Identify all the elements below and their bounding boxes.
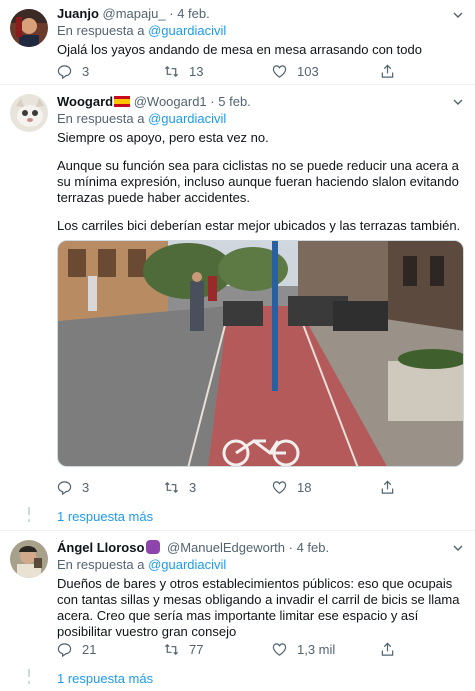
- tweet-date[interactable]: 5 feb.: [218, 94, 251, 109]
- separator-dot: ·: [210, 94, 215, 109]
- separator-dot: ·: [288, 540, 293, 555]
- share-icon: [381, 480, 394, 494]
- reply-context: En respuesta a @guardiacivil: [57, 111, 465, 128]
- avatar[interactable]: [10, 94, 48, 132]
- share-button[interactable]: [380, 61, 405, 81]
- purple-badge-icon: [146, 540, 161, 554]
- reply-context: En respuesta a @guardiacivil: [57, 557, 465, 574]
- share-icon: [381, 64, 394, 78]
- thread-line: [28, 681, 30, 684]
- reply-icon: [57, 642, 72, 657]
- display-name[interactable]: Ángel Lloroso: [57, 540, 144, 555]
- tweet-woogard[interactable]: Woogard @Woogard1 · 5 feb. En respuesta …: [0, 85, 475, 529]
- heart-icon: [272, 642, 287, 656]
- retweet-icon: [164, 643, 179, 655]
- tweet-angel-lloroso[interactable]: Ángel Lloroso @ManuelEdgeworth · 4 feb. …: [0, 531, 475, 691]
- display-name[interactable]: Woogard: [57, 94, 113, 109]
- retweet-count: 13: [189, 63, 204, 79]
- thread-line: [28, 507, 30, 515]
- user-handle[interactable]: @Woogard1: [134, 94, 207, 109]
- retweet-button[interactable]: 3: [164, 477, 196, 497]
- tweet-actions: 21 77 1,3 mil: [57, 639, 417, 659]
- retweet-count: 77: [189, 641, 204, 657]
- reply-context: En respuesta a @guardiacivil: [57, 23, 465, 40]
- user-handle[interactable]: @mapaju_: [103, 6, 166, 21]
- reply-icon: [57, 480, 72, 495]
- tweet-text: Ojalá los yayos andando de mesa en mesa …: [57, 42, 422, 57]
- thread-line: [28, 519, 30, 522]
- retweet-icon: [164, 65, 179, 77]
- tweet-juanjo[interactable]: Juanjo @mapaju_ · 4 feb. En respuesta a …: [0, 0, 475, 84]
- like-button[interactable]: 1,3 mil: [272, 639, 335, 659]
- thread-line: [28, 669, 30, 677]
- share-icon: [381, 642, 394, 656]
- reply-icon: [57, 64, 72, 79]
- display-name[interactable]: Juanjo: [57, 6, 99, 21]
- tweet-text-paragraph-3: Los carriles bici deberían estar mejor u…: [57, 218, 461, 233]
- more-replies-link[interactable]: 1 respuesta más: [57, 671, 153, 687]
- retweet-count: 3: [189, 479, 197, 495]
- retweet-icon: [164, 481, 179, 493]
- tweet-actions: 3 3 18: [57, 477, 417, 497]
- tweet-header: Juanjo @mapaju_ · 4 feb.: [57, 5, 465, 23]
- separator-dot: ·: [169, 6, 174, 21]
- share-button[interactable]: [380, 477, 405, 497]
- retweet-button[interactable]: 13: [164, 61, 203, 81]
- avatar[interactable]: [10, 9, 48, 47]
- reply-prefix: En respuesta a: [57, 23, 145, 38]
- tweet-actions: 3 13 103: [57, 61, 417, 81]
- chevron-down-icon[interactable]: [451, 541, 465, 555]
- reply-prefix: En respuesta a: [57, 557, 145, 572]
- reply-mention-link[interactable]: @guardiacivil: [148, 23, 226, 38]
- user-handle[interactable]: @ManuelEdgeworth: [167, 540, 285, 555]
- reply-prefix: En respuesta a: [57, 111, 145, 126]
- like-count: 18: [297, 479, 312, 495]
- reply-button[interactable]: 21: [57, 639, 96, 659]
- reply-count: 21: [82, 641, 97, 657]
- tweet-header: Woogard @Woogard1 · 5 feb.: [57, 93, 465, 111]
- reply-mention-link[interactable]: @guardiacivil: [148, 111, 226, 126]
- chevron-down-icon[interactable]: [451, 95, 465, 109]
- reply-count: 3: [82, 63, 90, 79]
- retweet-button[interactable]: 77: [164, 639, 203, 659]
- more-replies-link[interactable]: 1 respuesta más: [57, 509, 153, 525]
- like-button[interactable]: 103: [272, 61, 319, 81]
- tweet-text-paragraph-2: Aunque su función sea para ciclistas no …: [57, 158, 463, 205]
- reply-mention-link[interactable]: @guardiacivil: [148, 557, 226, 572]
- share-button[interactable]: [380, 639, 405, 659]
- like-count: 1,3 mil: [297, 641, 336, 657]
- tweet-header: Ángel Lloroso @ManuelEdgeworth · 4 feb.: [57, 539, 465, 557]
- like-button[interactable]: 18: [272, 477, 311, 497]
- flag-spain-icon: [114, 96, 131, 107]
- reply-button[interactable]: 3: [57, 477, 89, 497]
- heart-icon: [272, 64, 287, 78]
- heart-icon: [272, 480, 287, 494]
- chevron-down-icon[interactable]: [451, 8, 465, 22]
- tweet-text-paragraph-1: Siempre os apoyo, pero esta vez no.: [57, 130, 269, 145]
- tweet-date[interactable]: 4 feb.: [177, 6, 210, 21]
- tweet-date[interactable]: 4 feb.: [297, 540, 330, 555]
- reply-count: 3: [82, 479, 90, 495]
- avatar[interactable]: [10, 540, 48, 578]
- like-count: 103: [297, 63, 319, 79]
- reply-button[interactable]: 3: [57, 61, 89, 81]
- tweet-photo[interactable]: [57, 240, 464, 467]
- tweet-text: Dueños de bares y otros establecimientos…: [57, 576, 464, 639]
